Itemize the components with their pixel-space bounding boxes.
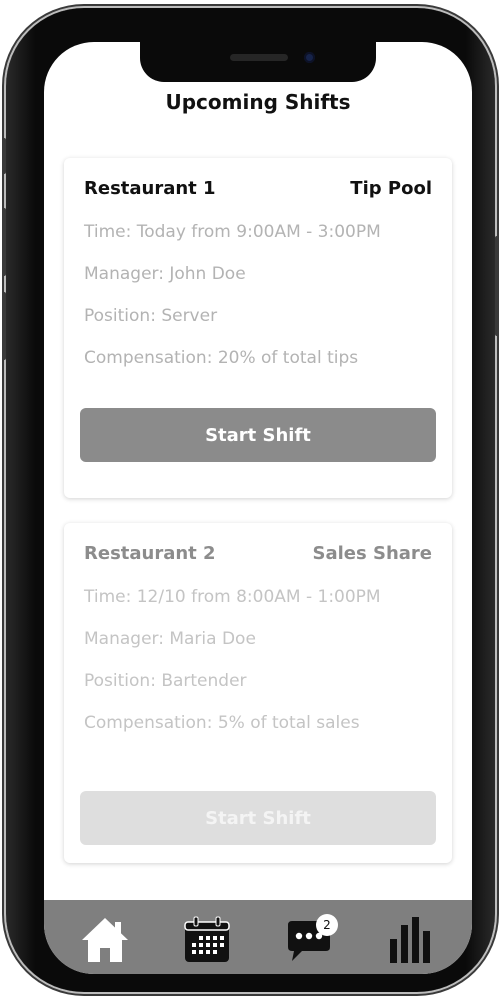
power-button [495, 236, 499, 336]
shift-card: Restaurant 1 Tip Pool Time: Today from 9… [64, 158, 452, 498]
phone-frame: Upcoming Shifts Restaurant 1 Tip Pool Ti… [2, 8, 499, 992]
bottom-navigation-bar: 2 [44, 900, 472, 974]
nav-home[interactable] [78, 914, 132, 966]
nav-messages[interactable]: 2 [282, 914, 338, 966]
shift-time: Time: 12/10 from 8:00AM - 1:00PM [84, 587, 381, 607]
start-shift-button[interactable]: Start Shift [80, 408, 436, 462]
nav-stats[interactable] [384, 914, 438, 966]
message-count-badge: 2 [316, 914, 338, 936]
speaker-grille [230, 54, 288, 61]
shift-manager: Manager: John Doe [84, 264, 246, 284]
nav-calendar[interactable] [180, 914, 234, 966]
volume-down-button [2, 292, 6, 360]
shift-card-header: Restaurant 1 Tip Pool [84, 178, 432, 199]
front-camera [304, 52, 315, 63]
shift-compensation: Compensation: 5% of total sales [84, 713, 360, 733]
shift-card-header: Restaurant 2 Sales Share [84, 543, 432, 564]
shift-position: Position: Bartender [84, 671, 247, 691]
restaurant-name: Restaurant 1 [84, 178, 216, 199]
home-icon [82, 918, 128, 962]
shift-position: Position: Server [84, 306, 218, 326]
notch [140, 42, 376, 82]
calendar-icon [184, 916, 230, 962]
shift-type: Sales Share [312, 543, 432, 564]
restaurant-name: Restaurant 2 [84, 543, 216, 564]
mute-switch [2, 138, 6, 174]
start-shift-button-disabled: Start Shift [80, 791, 436, 845]
phone-screen: Upcoming Shifts Restaurant 1 Tip Pool Ti… [44, 42, 472, 974]
shift-time: Time: Today from 9:00AM - 3:00PM [84, 222, 381, 242]
shift-type: Tip Pool [350, 178, 432, 199]
shift-card: Restaurant 2 Sales Share Time: 12/10 fro… [64, 523, 452, 863]
volume-up-button [2, 208, 6, 276]
shift-compensation: Compensation: 20% of total tips [84, 348, 359, 368]
page-title: Upcoming Shifts [165, 90, 351, 114]
shift-manager: Manager: Maria Doe [84, 629, 256, 649]
bar-chart-icon [390, 917, 430, 963]
